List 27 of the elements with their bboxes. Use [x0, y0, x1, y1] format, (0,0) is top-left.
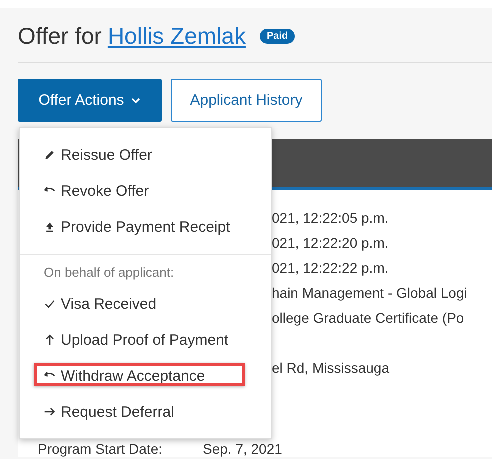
pencil-icon — [44, 149, 56, 161]
menu-item[interactable]: Revoke Offer — [20, 173, 271, 209]
menu-section-label: On behalf of applicant: — [43, 264, 176, 282]
menu-item[interactable]: Request Deferral — [20, 394, 271, 430]
status-badge: Paid — [260, 28, 296, 44]
page-title: Offer for — [18, 22, 102, 50]
detail-value: ollege Graduate Certificate (Po — [272, 310, 464, 326]
detail-label: Program Start Date: — [38, 441, 164, 457]
menu-item[interactable]: Visa Received — [20, 286, 271, 322]
detail-value: 021, 12:22:05 p.m. — [272, 210, 389, 226]
check-icon — [44, 298, 56, 310]
applicant-link[interactable]: Hollis Zemlak — [108, 22, 246, 50]
upload-icon — [44, 221, 56, 233]
detail-value: 021, 12:22:20 p.m. — [272, 235, 389, 251]
up-arrow-icon — [44, 334, 56, 346]
detail-value: hain Management - Global Logi — [272, 285, 468, 301]
menu-item[interactable]: Upload Proof of Payment — [20, 322, 271, 358]
offer-actions-button[interactable]: Offer Actions — [18, 79, 162, 122]
detail-value: Sep. 7, 2021 — [203, 441, 282, 457]
caret-icon — [131, 98, 142, 104]
applicant-history-button[interactable]: Applicant History — [171, 79, 322, 122]
menu-item[interactable]: Reissue Offer — [20, 137, 271, 173]
menu-item[interactable]: Withdraw Acceptance — [20, 358, 271, 394]
detail-value: 021, 12:22:22 p.m. — [272, 260, 389, 276]
right-arrow-icon — [44, 406, 56, 418]
menu-item[interactable]: Provide Payment Receipt — [20, 209, 271, 245]
detail-value: el Rd, Mississauga — [272, 360, 390, 376]
